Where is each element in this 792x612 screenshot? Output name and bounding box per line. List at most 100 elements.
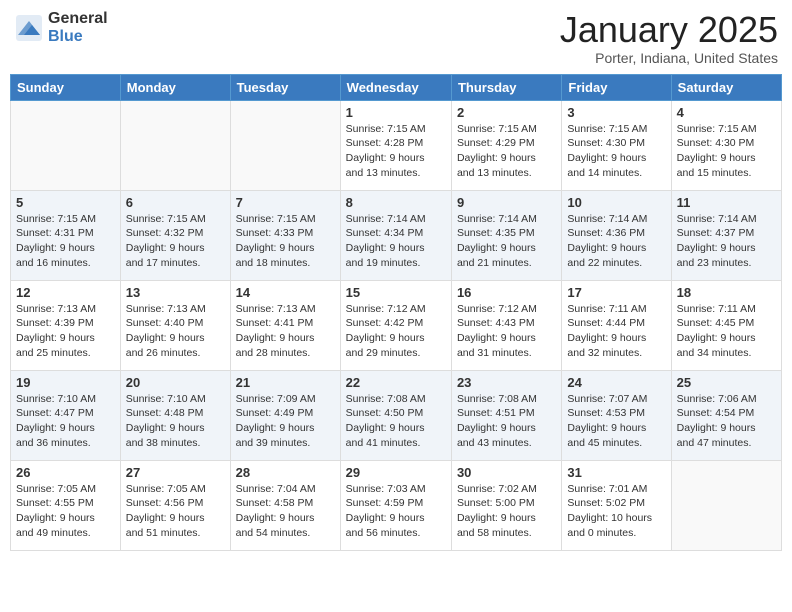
day-number: 4 (677, 105, 776, 120)
weekday-header-friday: Friday (562, 74, 671, 100)
calendar-cell: 6 Sunrise: 7:15 AM Sunset: 4:32 PM Daylig… (120, 190, 230, 280)
calendar-cell: 23Sunrise: 7:08 AM Sunset: 4:51 PM Dayli… (451, 370, 561, 460)
day-number: 31 (567, 465, 665, 480)
day-number: 27 (126, 465, 225, 480)
day-number: 29 (346, 465, 446, 480)
calendar-cell: 22Sunrise: 7:08 AM Sunset: 4:50 PM Dayli… (340, 370, 451, 460)
day-info: Sunrise: 7:14 AM Sunset: 4:34 PM Dayligh… (346, 212, 446, 271)
calendar-cell: 14 Sunrise: 7:13 AM Sunset: 4:41 PM Dayli… (230, 280, 340, 370)
calendar-cell: 11 Sunrise: 7:14 AM Sunset: 4:37 PM Dayli… (671, 190, 781, 280)
day-info: Sunrise: 7:08 AM Sunset: 4:50 PM Dayligh… (346, 392, 446, 451)
calendar-cell: 15 Sunrise: 7:12 AM Sunset: 4:42 PM Dayli… (340, 280, 451, 370)
weekday-header-saturday: Saturday (671, 74, 781, 100)
weekday-header-row: SundayMondayTuesdayWednesdayThursdayFrid… (11, 74, 782, 100)
calendar-cell: 19 Sunrise: 7:10 AM Sunset: 4:47 PM Dayli… (11, 370, 121, 460)
calendar-cell: 8 Sunrise: 7:14 AM Sunset: 4:34 PM Daylig… (340, 190, 451, 280)
day-number: 11 (677, 195, 776, 210)
calendar-cell: 26 Sunrise: 7:05 AM Sunset: 4:55 PM Dayli… (11, 460, 121, 550)
day-number: 21 (236, 375, 335, 390)
day-number: 2 (457, 105, 556, 120)
day-number: 28 (236, 465, 335, 480)
calendar-cell (120, 100, 230, 190)
day-number: 25 (677, 375, 776, 390)
calendar-cell: 25 Sunrise: 7:06 AM Sunset: 4:54 PM Dayli… (671, 370, 781, 460)
weekday-header-tuesday: Tuesday (230, 74, 340, 100)
day-number: 3 (567, 105, 665, 120)
day-info: Sunrise: 7:11 AM Sunset: 4:44 PM Dayligh… (567, 302, 665, 361)
calendar-cell: 29 Sunrise: 7:03 AM Sunset: 4:59 PM Dayli… (340, 460, 451, 550)
day-number: 6 (126, 195, 225, 210)
day-info: Sunrise: 7:02 AM Sunset: 5:00 PM Dayligh… (457, 482, 556, 541)
day-info: Sunrise: 7:15 AM Sunset: 4:30 PM Dayligh… (677, 122, 776, 181)
calendar-cell: 3 Sunrise: 7:15 AM Sunset: 4:30 PM Daylig… (562, 100, 671, 190)
calendar-table: SundayMondayTuesdayWednesdayThursdayFrid… (10, 74, 782, 551)
day-info: Sunrise: 7:13 AM Sunset: 4:39 PM Dayligh… (16, 302, 115, 361)
day-info: Sunrise: 7:03 AM Sunset: 4:59 PM Dayligh… (346, 482, 446, 541)
calendar-cell (11, 100, 121, 190)
calendar-cell: 7Sunrise: 7:15 AM Sunset: 4:33 PM Daylig… (230, 190, 340, 280)
day-number: 26 (16, 465, 115, 480)
weekday-header-wednesday: Wednesday (340, 74, 451, 100)
day-info: Sunrise: 7:15 AM Sunset: 4:30 PM Dayligh… (567, 122, 665, 181)
day-number: 20 (126, 375, 225, 390)
day-number: 16 (457, 285, 556, 300)
day-info: Sunrise: 7:13 AM Sunset: 4:41 PM Dayligh… (236, 302, 335, 361)
day-info: Sunrise: 7:12 AM Sunset: 4:43 PM Dayligh… (457, 302, 556, 361)
day-number: 18 (677, 285, 776, 300)
calendar-cell: 16 Sunrise: 7:12 AM Sunset: 4:43 PM Dayli… (451, 280, 561, 370)
calendar-cell: 21Sunrise: 7:09 AM Sunset: 4:49 PM Dayli… (230, 370, 340, 460)
calendar-cell: 31 Sunrise: 7:01 AM Sunset: 5:02 PM Dayli… (562, 460, 671, 550)
calendar-cell (230, 100, 340, 190)
day-number: 14 (236, 285, 335, 300)
day-number: 12 (16, 285, 115, 300)
week-row-5: 26 Sunrise: 7:05 AM Sunset: 4:55 PM Dayli… (11, 460, 782, 550)
day-info: Sunrise: 7:15 AM Sunset: 4:28 PM Dayligh… (346, 122, 446, 181)
day-info: Sunrise: 7:10 AM Sunset: 4:48 PM Dayligh… (126, 392, 225, 451)
logo-blue-text: Blue (48, 28, 108, 46)
day-info: Sunrise: 7:05 AM Sunset: 4:55 PM Dayligh… (16, 482, 115, 541)
day-info: Sunrise: 7:14 AM Sunset: 4:37 PM Dayligh… (677, 212, 776, 271)
calendar-cell: 30Sunrise: 7:02 AM Sunset: 5:00 PM Dayli… (451, 460, 561, 550)
logo: General Blue (14, 10, 108, 45)
logo-general-text: General (48, 10, 108, 28)
calendar-cell: 18Sunrise: 7:11 AM Sunset: 4:45 PM Dayli… (671, 280, 781, 370)
month-title: January 2025 (560, 10, 778, 50)
day-info: Sunrise: 7:12 AM Sunset: 4:42 PM Dayligh… (346, 302, 446, 361)
day-number: 15 (346, 285, 446, 300)
day-number: 8 (346, 195, 446, 210)
calendar-cell: 2 Sunrise: 7:15 AM Sunset: 4:29 PM Daylig… (451, 100, 561, 190)
day-number: 19 (16, 375, 115, 390)
day-info: Sunrise: 7:14 AM Sunset: 4:35 PM Dayligh… (457, 212, 556, 271)
day-info: Sunrise: 7:13 AM Sunset: 4:40 PM Dayligh… (126, 302, 225, 361)
location-text: Porter, Indiana, United States (560, 50, 778, 66)
calendar-cell: 13 Sunrise: 7:13 AM Sunset: 4:40 PM Dayli… (120, 280, 230, 370)
day-number: 23 (457, 375, 556, 390)
calendar-cell: 12 Sunrise: 7:13 AM Sunset: 4:39 PM Dayli… (11, 280, 121, 370)
week-row-2: 5Sunrise: 7:15 AM Sunset: 4:31 PM Daylig… (11, 190, 782, 280)
day-info: Sunrise: 7:06 AM Sunset: 4:54 PM Dayligh… (677, 392, 776, 451)
title-block: January 2025 Porter, Indiana, United Sta… (560, 10, 778, 66)
calendar-cell: 1Sunrise: 7:15 AM Sunset: 4:28 PM Daylig… (340, 100, 451, 190)
day-info: Sunrise: 7:07 AM Sunset: 4:53 PM Dayligh… (567, 392, 665, 451)
day-info: Sunrise: 7:15 AM Sunset: 4:31 PM Dayligh… (16, 212, 115, 271)
week-row-1: 1Sunrise: 7:15 AM Sunset: 4:28 PM Daylig… (11, 100, 782, 190)
calendar-cell: 17 Sunrise: 7:11 AM Sunset: 4:44 PM Dayli… (562, 280, 671, 370)
logo-icon (14, 13, 44, 43)
day-info: Sunrise: 7:15 AM Sunset: 4:33 PM Dayligh… (236, 212, 335, 271)
calendar-cell: 24 Sunrise: 7:07 AM Sunset: 4:53 PM Dayli… (562, 370, 671, 460)
day-info: Sunrise: 7:15 AM Sunset: 4:32 PM Dayligh… (126, 212, 225, 271)
day-info: Sunrise: 7:14 AM Sunset: 4:36 PM Dayligh… (567, 212, 665, 271)
day-number: 17 (567, 285, 665, 300)
weekday-header-thursday: Thursday (451, 74, 561, 100)
week-row-3: 12 Sunrise: 7:13 AM Sunset: 4:39 PM Dayli… (11, 280, 782, 370)
day-number: 10 (567, 195, 665, 210)
logo-text: General Blue (48, 10, 108, 45)
calendar-cell (671, 460, 781, 550)
day-number: 24 (567, 375, 665, 390)
day-info: Sunrise: 7:10 AM Sunset: 4:47 PM Dayligh… (16, 392, 115, 451)
weekday-header-sunday: Sunday (11, 74, 121, 100)
day-info: Sunrise: 7:15 AM Sunset: 4:29 PM Dayligh… (457, 122, 556, 181)
week-row-4: 19 Sunrise: 7:10 AM Sunset: 4:47 PM Dayli… (11, 370, 782, 460)
day-number: 13 (126, 285, 225, 300)
day-info: Sunrise: 7:01 AM Sunset: 5:02 PM Dayligh… (567, 482, 665, 541)
